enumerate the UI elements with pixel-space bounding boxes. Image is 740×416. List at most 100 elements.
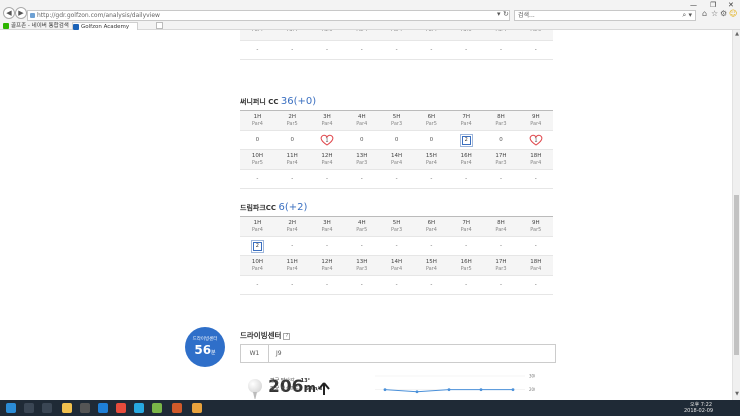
file-explorer-icon[interactable] — [62, 403, 72, 413]
hole-number: 12H — [321, 153, 333, 159]
hole-par: Par5 — [460, 266, 472, 272]
forward-button[interactable]: ▶ — [15, 7, 27, 19]
app-icon[interactable] — [134, 403, 144, 413]
hole-number: 9H — [531, 114, 540, 120]
hole-cell: 9H Par4 — [518, 110, 554, 131]
favorites-icon[interactable]: ☆ — [711, 9, 718, 18]
hole-cell: 9H Par5 — [518, 216, 554, 237]
hole-number: 17H — [495, 153, 507, 159]
hole-number: 18H — [530, 259, 542, 265]
hole-par: Par4 — [286, 266, 298, 272]
hole-number: 9H — [531, 220, 540, 226]
data-point[interactable] — [415, 390, 419, 394]
help-icon[interactable]: ? — [283, 332, 291, 340]
score-cell: 1 — [309, 130, 345, 150]
distance-chart: 300m200m100m0m02.0502.0602.0702.0802.09 — [375, 374, 535, 394]
launch-label: 평균 발사각 — [270, 378, 295, 384]
hole-cell: 1H Par4 — [240, 216, 275, 237]
hole-cell: 2H Par4 — [274, 216, 310, 237]
close-icon[interactable]: ✕ — [728, 1, 734, 9]
score-cell: - — [344, 236, 380, 256]
hole-par: Par4 — [484, 30, 519, 34]
hole-cell: 4H Par5 — [344, 216, 380, 237]
hole-cell: 11H Par4 — [274, 149, 310, 170]
data-point[interactable] — [511, 388, 515, 392]
hole-cell: Par4 — [240, 30, 275, 41]
hole-cell: 13H Par3 — [344, 255, 380, 276]
score-cell: - — [309, 40, 345, 60]
hole-cell: 6H Par5 — [413, 110, 449, 131]
hole-cell: 6H Par4 — [413, 216, 449, 237]
search-input[interactable]: 검색... ⌕ ▾ — [514, 10, 696, 21]
app-icon-4[interactable] — [192, 403, 202, 413]
score-cell: 0 — [413, 130, 449, 150]
speed-value: 60m/s — [305, 386, 323, 392]
scroll-down-icon[interactable]: ▼ — [733, 391, 740, 397]
hole-par: Par4 — [391, 266, 403, 272]
scrollbar[interactable]: ▲ ▼ — [732, 30, 740, 400]
smiley-icon[interactable]: ☺ — [729, 9, 737, 18]
address-bar[interactable]: http://gdr.golfzon.com/analysis/dailyvie… — [27, 10, 510, 21]
refresh-icon[interactable]: ↻ — [503, 10, 509, 18]
hole-cell: 3H Par4 — [309, 216, 345, 237]
club-value: J9 — [276, 350, 282, 357]
svg-text:1: 1 — [534, 137, 537, 143]
score-cell: - — [448, 236, 484, 256]
score-cell: - — [483, 40, 519, 60]
scroll-up-icon[interactable]: ▲ — [733, 31, 740, 37]
data-point[interactable] — [383, 388, 387, 392]
restore-icon[interactable]: ❐ — [710, 1, 716, 9]
hole-row: 10H Par5 11H Par4 12H Par4 13H Par3 14H Par4 15H Pa… — [240, 149, 554, 170]
scroll-thumb[interactable] — [734, 195, 739, 355]
search-dropdown-icon[interactable]: ▾ — [497, 10, 501, 18]
task-view-icon[interactable] — [42, 403, 52, 413]
hole-par: Par4 — [321, 227, 333, 233]
ball-speed: 평균 볼스피드 60m/s — [270, 385, 322, 392]
ie-icon[interactable] — [98, 403, 108, 413]
hole-par: Par3 — [495, 160, 507, 166]
data-point[interactable] — [479, 388, 483, 392]
hole-cell: 12H Par4 — [309, 149, 345, 170]
score-cell: - — [274, 236, 310, 256]
scorecard-table: 1H Par4 2H Par4 3H Par4 4H Par5 5H Par3 6H Par4 7H Pa… — [240, 216, 554, 295]
svg-text:1: 1 — [325, 137, 328, 143]
tab-golfzon[interactable]: Golfzon Academy — [72, 22, 139, 30]
new-tab-button[interactable] — [156, 22, 163, 29]
search-icon[interactable]: ⌕ ▾ — [682, 11, 692, 20]
app-icon-3[interactable] — [172, 403, 182, 413]
mail-icon[interactable] — [80, 403, 90, 413]
hole-par: Par4 — [286, 160, 298, 166]
hole-cell: 15H Par4 — [413, 149, 449, 170]
data-point[interactable] — [447, 388, 451, 392]
hole-par: Par5 — [425, 121, 437, 127]
score-cell: - — [240, 40, 275, 60]
tab-naver[interactable]: 골프존 - 네이버 통합검색 — [3, 22, 69, 30]
score-cell: - — [309, 169, 345, 189]
back-button[interactable]: ◀ — [3, 7, 15, 19]
speed-label: 평균 볼스피드 — [270, 386, 300, 392]
home-icon[interactable]: ⌂ — [702, 9, 707, 18]
chrome-icon[interactable] — [116, 403, 126, 413]
score-cell: - — [448, 275, 484, 295]
hole-number: 3H — [323, 114, 331, 120]
app-icon-2[interactable] — [152, 403, 162, 413]
search-taskbar-icon[interactable] — [24, 403, 34, 413]
start-icon[interactable] — [6, 403, 16, 413]
hole-number: 8H — [497, 220, 505, 226]
hole-par: Par4 — [391, 160, 403, 166]
hole-par: Par4 — [460, 160, 472, 166]
hole-par: Par4 — [425, 160, 437, 166]
score-cell: 0 — [274, 130, 310, 150]
score-cell: 2 — [448, 130, 484, 150]
hole-par: Par4 — [275, 30, 310, 34]
browser-chrome: ◀ ▶ http://gdr.golfzon.com/analysis/dail… — [0, 0, 740, 30]
settings-icon[interactable]: ⚙ — [720, 9, 727, 18]
hole-number: 14H — [391, 259, 403, 265]
hole-number: 10H — [251, 259, 263, 265]
score-cell: - — [240, 275, 275, 295]
minimize-icon[interactable]: — — [690, 1, 697, 9]
hole-par: Par5 — [251, 160, 263, 166]
score-cell: - — [483, 236, 519, 256]
hole-number: 3H — [323, 220, 331, 226]
clock-date: 2018-02-09 — [684, 408, 714, 414]
